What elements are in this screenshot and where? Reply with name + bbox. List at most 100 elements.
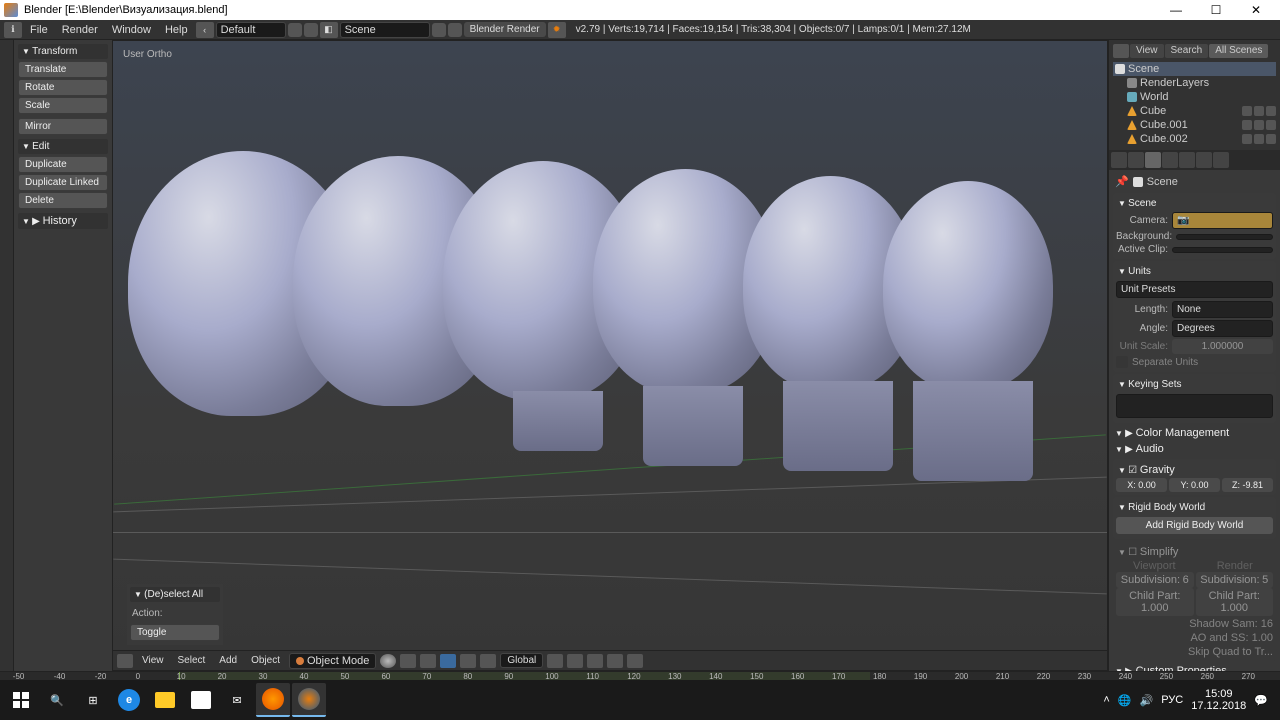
vp-menu-view[interactable]: View xyxy=(137,654,169,667)
outliner-search[interactable]: Search xyxy=(1165,44,1209,58)
maximize-button[interactable]: ☐ xyxy=(1196,3,1236,17)
edit-panel-header[interactable]: Edit xyxy=(18,139,108,154)
simplify-section-header[interactable]: ☐ Simplify xyxy=(1116,544,1273,560)
outliner-allscenes[interactable]: All Scenes xyxy=(1209,44,1268,58)
vp-menu-select[interactable]: Select xyxy=(173,654,211,667)
tree-row-cube.002[interactable]: Cube.002 xyxy=(1113,132,1276,146)
store-icon[interactable] xyxy=(184,683,218,717)
keying-section-header[interactable]: Keying Sets xyxy=(1116,377,1273,392)
remove-scene-button[interactable] xyxy=(448,23,462,37)
length-dropdown[interactable]: None xyxy=(1172,301,1273,318)
add-layout-button[interactable] xyxy=(288,23,302,37)
units-section-header[interactable]: Units xyxy=(1116,264,1273,279)
proportional-icon[interactable] xyxy=(607,654,623,668)
clock[interactable]: 15:09 17.12.2018 xyxy=(1191,688,1246,712)
menu-window[interactable]: Window xyxy=(106,22,157,38)
layers-icon[interactable] xyxy=(547,654,563,668)
explorer-icon[interactable] xyxy=(148,683,182,717)
rbw-section-header[interactable]: Rigid Body World xyxy=(1116,500,1273,515)
operator-panel-header[interactable]: (De)select All xyxy=(130,587,220,602)
simplify-subd-r[interactable]: Subdivision: 5 xyxy=(1196,572,1274,588)
pin-icon[interactable]: 📌 xyxy=(1115,175,1129,188)
blender-org-icon[interactable]: ✹ xyxy=(548,22,566,38)
outliner-view[interactable]: View xyxy=(1130,44,1164,58)
remove-layout-button[interactable] xyxy=(304,23,318,37)
screen-layout-dropdown[interactable]: Default xyxy=(216,22,286,38)
mail-icon[interactable]: ✉ xyxy=(220,683,254,717)
mirror-button[interactable]: Mirror xyxy=(18,118,108,135)
vp-menu-object[interactable]: Object xyxy=(246,654,285,667)
tool-shelf-tabs[interactable] xyxy=(0,40,14,671)
pivot-icon[interactable] xyxy=(400,654,416,668)
editor-type-icon[interactable]: ℹ xyxy=(4,22,22,38)
activeclip-field[interactable] xyxy=(1172,247,1273,253)
close-button[interactable]: ✕ xyxy=(1236,3,1276,17)
task-view-icon[interactable]: ⊞ xyxy=(76,683,110,717)
manipulator-rotate-icon[interactable] xyxy=(460,654,476,668)
notifications-icon[interactable]: 💬 xyxy=(1254,694,1268,707)
gravity-section-header[interactable]: ☑ Gravity xyxy=(1116,462,1273,478)
scene-dropdown[interactable]: Scene xyxy=(340,22,430,38)
snap-icon[interactable] xyxy=(587,654,603,668)
add-scene-button[interactable] xyxy=(432,23,446,37)
delete-button[interactable]: Delete xyxy=(18,192,108,209)
prop-tab-world[interactable] xyxy=(1162,152,1178,168)
keying-set-field[interactable] xyxy=(1116,394,1273,418)
network-icon[interactable]: 🌐 xyxy=(1118,694,1132,707)
customprops-section-header[interactable]: ▶ Custom Properties xyxy=(1113,663,1276,671)
colormgmt-section-header[interactable]: ▶ Color Management xyxy=(1113,425,1276,441)
shading-icon[interactable] xyxy=(380,654,396,668)
menu-help[interactable]: Help xyxy=(159,22,194,38)
volume-icon[interactable]: 🔊 xyxy=(1140,694,1154,707)
tree-row-scene[interactable]: Scene xyxy=(1113,62,1276,76)
vp-menu-add[interactable]: Add xyxy=(214,654,242,667)
simplify-shadow[interactable]: Shadow Sam: 16 xyxy=(1116,618,1273,630)
rotate-button[interactable]: Rotate xyxy=(18,79,108,96)
simplify-subd-vp[interactable]: Subdivision: 6 xyxy=(1116,572,1194,588)
camera-field[interactable]: 📷 xyxy=(1172,212,1273,229)
menu-file[interactable]: File xyxy=(24,22,54,38)
tree-row-cube.001[interactable]: Cube.001 xyxy=(1113,118,1276,132)
manipulator-translate-icon[interactable] xyxy=(440,654,456,668)
audio-section-header[interactable]: ▶ Audio xyxy=(1113,441,1276,457)
separate-units-checkbox[interactable] xyxy=(1116,356,1128,368)
tray-up-icon[interactable]: ˄ xyxy=(1103,694,1109,706)
unit-presets-dropdown[interactable]: Unit Presets xyxy=(1116,281,1273,298)
mode-dropdown[interactable]: Object Mode xyxy=(289,653,376,669)
scene-icon[interactable]: ◧ xyxy=(320,22,338,38)
manipulator-icon[interactable] xyxy=(420,654,436,668)
system-tray[interactable]: ˄ 🌐 🔊 РУС 15:09 17.12.2018 💬 xyxy=(1103,688,1276,712)
language-indicator[interactable]: РУС xyxy=(1161,694,1183,706)
search-icon[interactable]: 🔍 xyxy=(40,683,74,717)
action-dropdown[interactable]: Toggle xyxy=(130,624,220,641)
start-button[interactable] xyxy=(4,683,38,717)
3d-viewport[interactable]: User Ortho (1) (De)select All Action: To… xyxy=(112,40,1108,671)
prop-tab-scene[interactable] xyxy=(1145,152,1161,168)
back-icon[interactable]: ‹ xyxy=(196,22,214,38)
duplicate-linked-button[interactable]: Duplicate Linked xyxy=(18,174,108,191)
duplicate-button[interactable]: Duplicate xyxy=(18,156,108,173)
gravity-y-field[interactable]: Y: 0.00 xyxy=(1169,478,1220,492)
angle-dropdown[interactable]: Degrees xyxy=(1172,320,1273,337)
tree-row-renderlayers[interactable]: RenderLayers xyxy=(1113,76,1276,90)
transform-panel-header[interactable]: Transform xyxy=(18,44,108,59)
mesh-head-6[interactable] xyxy=(883,181,1053,391)
render-engine-dropdown[interactable]: Blender Render xyxy=(464,22,546,37)
menu-render[interactable]: Render xyxy=(56,22,104,38)
background-field[interactable] xyxy=(1176,234,1273,240)
prop-tab-render[interactable] xyxy=(1111,152,1127,168)
render-preview-icon[interactable] xyxy=(627,654,643,668)
simplify-skip[interactable]: Skip Quad to Tr... xyxy=(1116,646,1273,658)
scene-section-header[interactable]: Scene xyxy=(1116,196,1273,211)
translate-button[interactable]: Translate xyxy=(18,61,108,78)
scale-button[interactable]: Scale xyxy=(18,97,108,114)
outliner-tree[interactable]: SceneRenderLayersWorldCubeCube.001Cube.0… xyxy=(1111,60,1278,148)
orientation-dropdown[interactable]: Global xyxy=(500,653,543,668)
simplify-child-vp[interactable]: Child Part: 1.000 xyxy=(1116,588,1194,616)
edge-icon[interactable]: e xyxy=(112,683,146,717)
history-panel-header[interactable]: ▶ History xyxy=(18,213,108,229)
prop-tab-modifiers[interactable] xyxy=(1213,152,1229,168)
prop-tab-object[interactable] xyxy=(1179,152,1195,168)
firefox-icon[interactable] xyxy=(256,683,290,717)
gravity-z-field[interactable]: Z: -9.81 xyxy=(1222,478,1273,492)
